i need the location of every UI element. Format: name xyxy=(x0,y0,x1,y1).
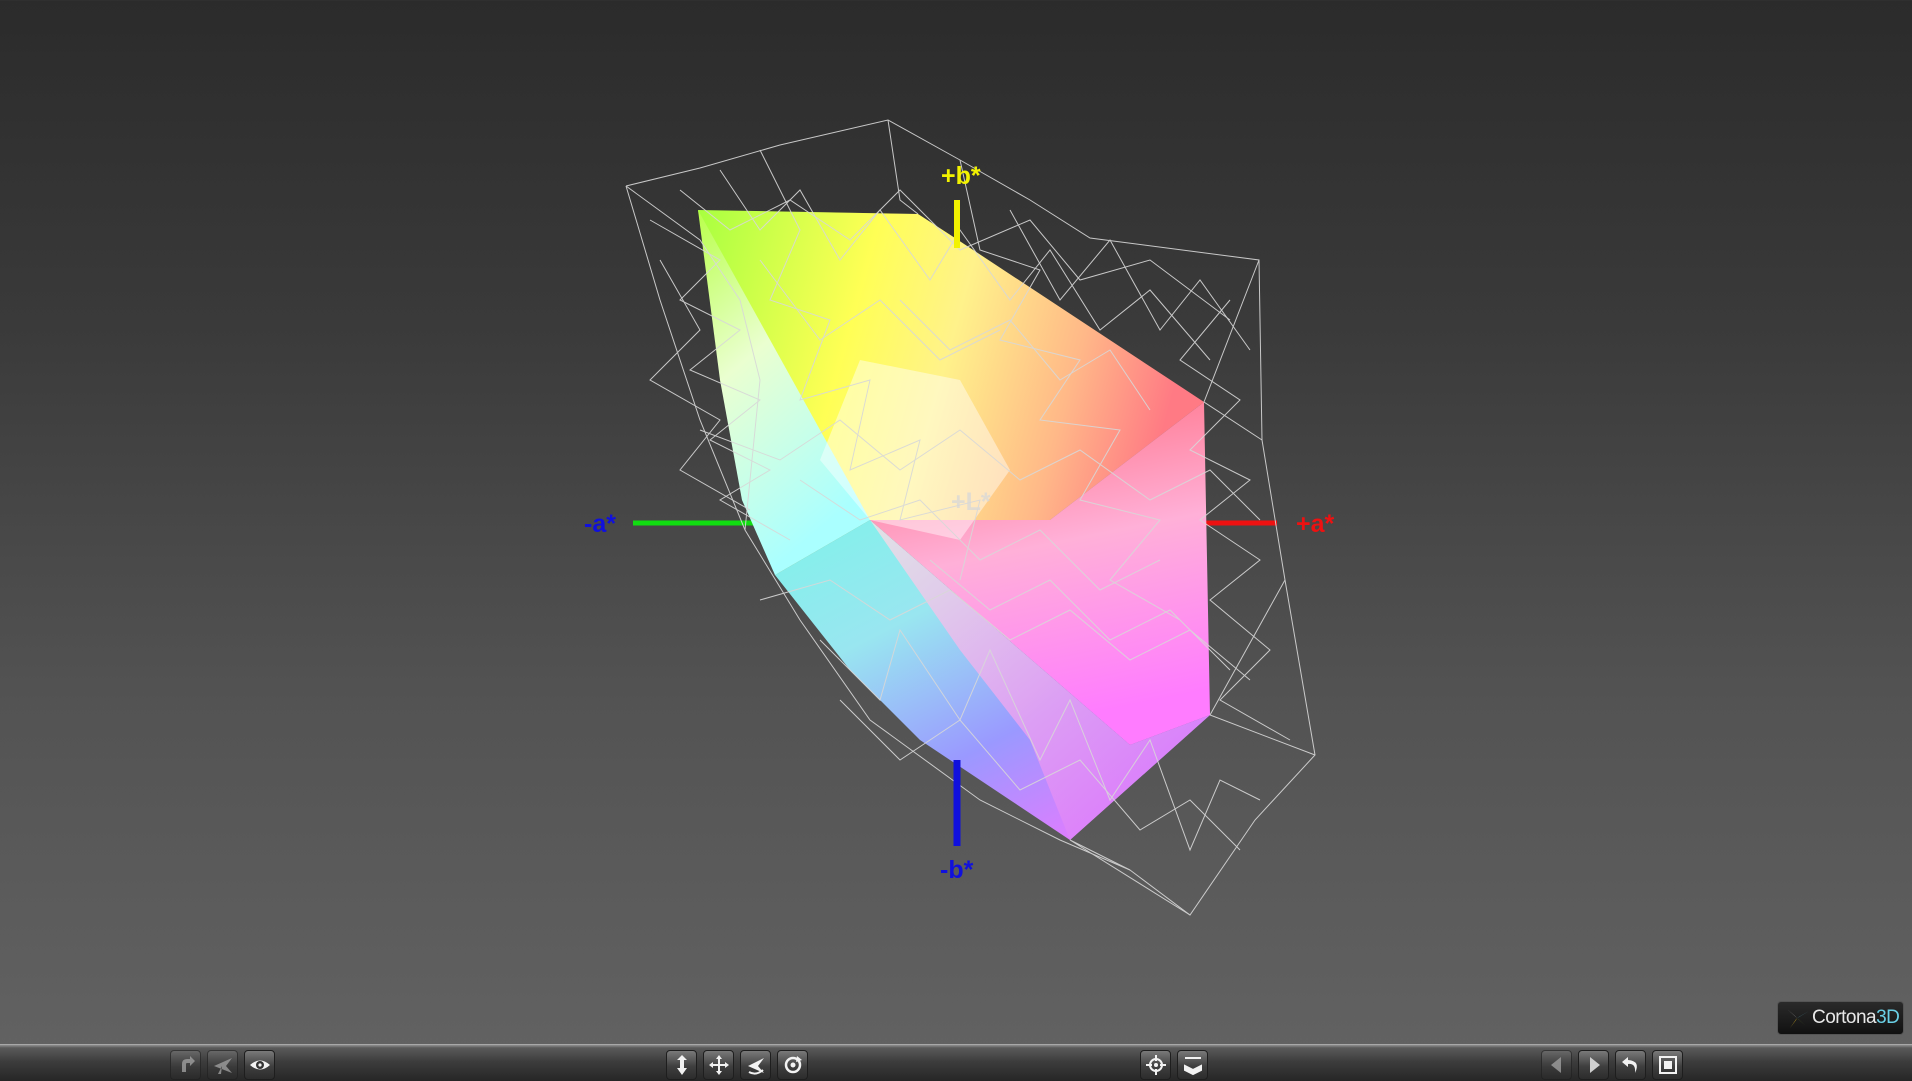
fit-button[interactable] xyxy=(1652,1050,1683,1080)
study-eye-icon xyxy=(249,1060,270,1070)
minus-b-label: -b* xyxy=(940,856,974,884)
plan-button[interactable] xyxy=(666,1050,697,1080)
goto-button[interactable] xyxy=(1140,1050,1171,1080)
roll-button[interactable] xyxy=(777,1050,808,1080)
minus-a-label: -a* xyxy=(584,510,616,538)
plus-b-label: +b* xyxy=(941,162,981,190)
restore-button[interactable] xyxy=(1615,1050,1646,1080)
pan-button[interactable] xyxy=(703,1050,734,1080)
next-viewpoint-button[interactable] xyxy=(1578,1050,1609,1080)
walk-button[interactable] xyxy=(170,1050,201,1080)
study-button[interactable] xyxy=(244,1050,275,1080)
fit-icon xyxy=(1658,1056,1677,1074)
goto-target-icon xyxy=(1145,1055,1166,1075)
pan-icon xyxy=(708,1055,729,1075)
fly-icon xyxy=(213,1058,232,1074)
roll-icon xyxy=(784,1056,802,1074)
prev-viewpoint-icon xyxy=(1550,1057,1561,1073)
gamut-solid xyxy=(698,210,1210,840)
plus-l-label: +L* xyxy=(951,488,991,516)
logo-brand-suffix: 3D xyxy=(1876,1007,1900,1028)
next-viewpoint-icon xyxy=(1589,1057,1600,1073)
walk-icon xyxy=(181,1056,195,1072)
prev-viewpoint-button[interactable] xyxy=(1541,1050,1572,1080)
turn-button[interactable] xyxy=(740,1050,771,1080)
gamut-scene: +b* -b* +a* -a* +L* xyxy=(584,119,1335,916)
plan-arrow-icon xyxy=(676,1055,687,1075)
turn-icon xyxy=(747,1058,764,1075)
align-icon xyxy=(1183,1057,1202,1076)
cortona-star-icon xyxy=(1787,1009,1809,1028)
logo-brand: Cortona xyxy=(1812,1007,1877,1028)
3d-viewport[interactable]: +b* -b* +a* -a* +L* Cortona3D xyxy=(0,0,1912,1044)
plus-a-label: +a* xyxy=(1296,510,1335,538)
restore-icon xyxy=(1621,1057,1637,1073)
align-button[interactable] xyxy=(1177,1050,1208,1080)
navigation-toolbar xyxy=(0,1044,1912,1081)
cortona3d-logo[interactable]: Cortona3D xyxy=(1777,1001,1904,1035)
fly-button[interactable] xyxy=(207,1050,238,1080)
